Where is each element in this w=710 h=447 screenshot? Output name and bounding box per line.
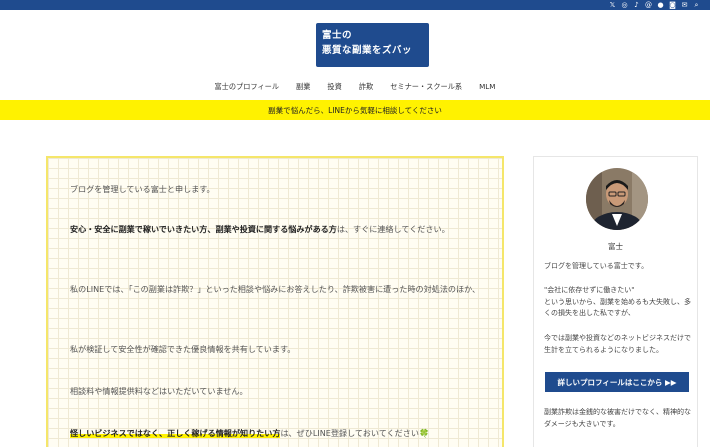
search-icon[interactable]: ⌕: [693, 0, 700, 10]
logo-line-2: 悪質な副業をズバッ: [322, 45, 413, 56]
nav-item-investment[interactable]: 投資: [327, 82, 341, 92]
nav-item-side-business[interactable]: 副業: [296, 82, 310, 92]
profile-quote-2: という思いから、副業を始めるも大失敗し、多くの損失を出した私ですが、: [544, 297, 691, 318]
tiktok-icon[interactable]: ♪: [633, 0, 640, 10]
threads-icon[interactable]: @: [645, 0, 652, 10]
rss-icon[interactable]: ◙: [669, 0, 676, 10]
intro-box: ブログを管理している富士と申します。 安心・安全に副業で稼いでいきたい方、副業や…: [46, 156, 504, 447]
banner-text: 副業で悩んだら、LINEから気軽に相談してください: [268, 105, 442, 115]
profile-now: 今では副業や投資などのネットビジネスだけで生計を立てられるようになりました。: [544, 334, 691, 354]
intro-paragraph-2: 安心・安全に副業で稼いでいきたい方、副業や投資に関する悩みがある方は、すぐに連絡…: [70, 220, 488, 238]
global-nav: 富士のプロフィール 副業 投資 詐欺 セミナー・スクール系 MLM: [0, 82, 710, 92]
intro-paragraph-3: 私のLINEでは、「この副業は詐欺？」といった相談や悩みにお答えしたり、詐欺被害…: [70, 284, 481, 294]
intro-paragraph-5: 相談料や情報提供料などはいただいていません。: [70, 386, 248, 396]
intro-paragraph-6: 怪しいビジネスではなく、正しく稼げる情報が知りたい方は、ぜひLINE登録しておい…: [70, 424, 488, 442]
profile-scam-note: 副業詐欺は金銭的な被害だけでなく、精神的なダメージも大きいです。: [544, 408, 691, 428]
profile-name: 富士: [608, 242, 623, 251]
line-icon[interactable]: ●: [657, 0, 664, 10]
intro-paragraph-1: ブログを管理している富士と申します。: [70, 184, 215, 194]
social-icons: 𝕏 ◎ ♪ @ ● ◙ ✉ ⌕: [609, 0, 700, 10]
highlighted-text: 怪しいビジネスではなく、正しく稼げる情報が知りたい方: [70, 428, 281, 438]
intro-paragraph-6-rest: は、ぜひLINE登録しておいてください: [280, 428, 419, 438]
profile-widget: 富士 ブログを管理している富士です。 "会社に依存せずに働きたい" という思いか…: [533, 156, 698, 447]
mail-icon[interactable]: ✉: [681, 0, 688, 10]
intro-paragraph-2-bold: 安心・安全に副業で稼いでいきたい方、副業や投資に関する悩みがある方: [70, 224, 337, 234]
instagram-icon[interactable]: ◎: [621, 0, 628, 10]
top-bar: 𝕏 ◎ ♪ @ ● ◙ ✉ ⌕: [0, 0, 710, 10]
x-icon[interactable]: 𝕏: [609, 0, 616, 10]
site-logo[interactable]: 富士の 悪質な副業をズバッ: [316, 23, 429, 67]
logo-line-1: 富士の: [322, 30, 353, 41]
nav-item-mlm[interactable]: MLM: [479, 82, 495, 92]
avatar: [586, 168, 648, 230]
nav-item-seminar[interactable]: セミナー・スクール系: [390, 82, 462, 92]
intro-paragraph-2-rest: は、すぐに連絡してください。: [336, 224, 450, 234]
intro-paragraph-4: 私が検証して安全性が確認できた優良情報を共有しています。: [70, 344, 296, 354]
profile-detail-button[interactable]: 詳しいプロフィールはここから ▶▶: [545, 372, 689, 392]
nav-item-scam[interactable]: 詐欺: [359, 82, 373, 92]
nav-item-profile[interactable]: 富士のプロフィール: [214, 82, 279, 92]
clover-icon: 🍀: [418, 428, 430, 438]
profile-quote-1: "会社に依存せずに働きたい": [544, 286, 635, 294]
notice-banner[interactable]: 副業で悩んだら、LINEから気軽に相談してください: [0, 100, 710, 120]
profile-intro: ブログを管理している富士です。: [544, 262, 649, 270]
